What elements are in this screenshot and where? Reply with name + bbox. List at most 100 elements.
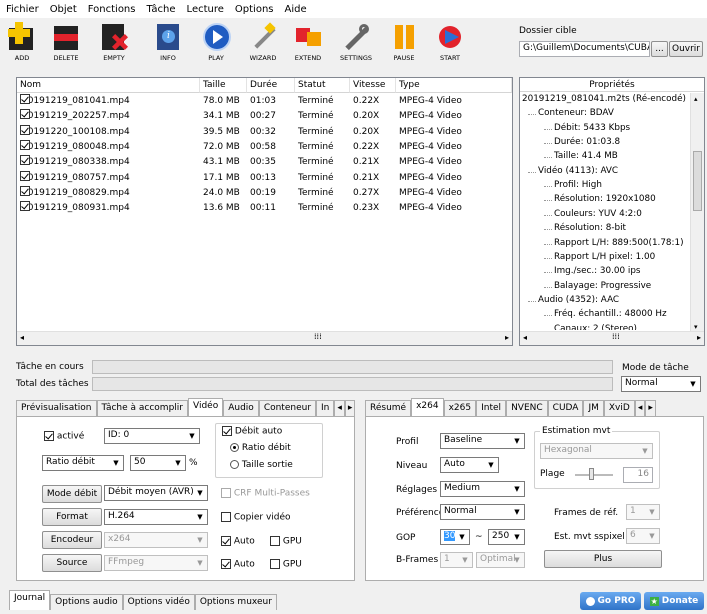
row-checkbox[interactable] xyxy=(20,201,30,212)
tab-nvenc[interactable]: NVENC xyxy=(506,400,548,416)
frames-ref-select[interactable]: 1 ▼ xyxy=(626,504,660,520)
menu-lecture[interactable]: Lecture xyxy=(187,4,224,15)
format-button[interactable]: Format xyxy=(42,508,102,526)
table-row[interactable]: 20191219_081041.mp4 78.0 MB 01:03 Terminé 0.… xyxy=(17,94,497,109)
table-row[interactable]: 20191219_080829.mp4 24.0 MB 00:19 Terminé 0.… xyxy=(17,185,497,201)
col-header-duree[interactable]: Durée xyxy=(247,78,295,93)
open-folder-button[interactable]: Ouvrir xyxy=(669,41,703,57)
tab-intel[interactable]: Intel xyxy=(476,400,507,416)
start-button[interactable]: START xyxy=(432,20,468,64)
properties-vscrollbar[interactable]: ▴ ▾ xyxy=(690,93,704,333)
property-item[interactable]: Balayage: Progressive xyxy=(554,281,651,291)
tab-x264[interactable]: x264 xyxy=(411,398,444,416)
crf-multipass-checkbox[interactable]: CRF Multi-Passes xyxy=(221,488,310,499)
right-tabs-scroll-left[interactable]: ◂ xyxy=(634,400,646,416)
source-button[interactable]: Source xyxy=(42,554,102,572)
settings-button[interactable]: SETTINGS xyxy=(338,20,374,64)
active-checkbox[interactable]: activé xyxy=(44,431,84,442)
info-button[interactable]: i INFO xyxy=(150,20,186,64)
row-checkbox[interactable] xyxy=(20,109,30,120)
go-pro-button[interactable]: Go PRO xyxy=(580,592,641,610)
property-item[interactable]: Résolution: 1920x1080 xyxy=(554,194,656,204)
row-checkbox[interactable] xyxy=(20,185,30,196)
row-checkbox[interactable] xyxy=(20,94,30,104)
tab-xvid[interactable]: XviD xyxy=(603,400,635,416)
property-item[interactable]: Img./sec.: 30.00 ips xyxy=(554,266,641,276)
tab-jm[interactable]: JM xyxy=(583,400,604,416)
extend-button[interactable]: EXTEND xyxy=(290,20,326,64)
taille-sortie-radio[interactable]: Taille sortie xyxy=(230,460,293,470)
mode-debit-button[interactable]: Mode débit xyxy=(42,485,102,503)
tab-cuda[interactable]: CUDA xyxy=(547,400,584,416)
tab-audio[interactable]: Audio xyxy=(223,400,259,416)
col-header-statut[interactable]: Statut xyxy=(295,78,350,93)
ratio-debit-radio[interactable]: Ratio débit xyxy=(230,443,291,453)
add-button[interactable]: ADD xyxy=(4,20,40,64)
tab-resume[interactable]: Résumé xyxy=(365,400,412,416)
tab-options-video[interactable]: Options vidéo xyxy=(122,594,195,610)
tab-previsualisation[interactable]: Prévisualisation xyxy=(16,400,97,416)
property-item[interactable]: Profil: High xyxy=(554,180,602,190)
encoder-gpu-checkbox[interactable]: GPU xyxy=(270,536,302,547)
menu-fonctions[interactable]: Fonctions xyxy=(88,4,136,15)
table-row[interactable]: 20191219_080757.mp4 17.1 MB 00:13 Terminé 0.… xyxy=(17,170,497,186)
file-list[interactable]: Nom Taille Durée Statut Vitesse Type 201… xyxy=(16,77,513,346)
menu-aide[interactable]: Aide xyxy=(285,4,307,15)
col-header-nom[interactable]: Nom xyxy=(17,78,200,93)
col-header-taille[interactable]: Taille xyxy=(200,78,247,93)
delete-button[interactable]: DELETE xyxy=(48,20,84,64)
col-header-type[interactable]: Type xyxy=(396,78,512,93)
debit-auto-checkbox[interactable]: Débit auto xyxy=(222,426,282,437)
property-item[interactable]: Rapport L/H pixel: 1.00 xyxy=(554,252,655,262)
tabs-scroll-right[interactable]: ▸ xyxy=(344,400,356,416)
menu-options[interactable]: Options xyxy=(235,4,274,15)
property-item[interactable]: Conteneur: BDAV xyxy=(538,108,614,118)
encoder-button[interactable]: Encodeur xyxy=(42,531,102,549)
format-select[interactable]: H.264 ▼ xyxy=(104,509,208,525)
property-item[interactable]: Canaux: 2 (Stereo) xyxy=(554,324,637,330)
plage-slider-thumb[interactable] xyxy=(589,468,594,480)
wizard-button[interactable]: WIZARD xyxy=(245,20,281,64)
encoder-select[interactable]: x264 ▼ xyxy=(104,532,208,548)
profil-select[interactable]: Baseline ▼ xyxy=(440,433,525,449)
tab-options-audio[interactable]: Options audio xyxy=(50,594,123,610)
property-item[interactable]: Rapport L/H: 889:500(1.78:1) xyxy=(554,238,684,248)
source-select[interactable]: FFmpeg ▼ xyxy=(104,555,208,571)
tab-options-muxeur[interactable]: Options muxeur xyxy=(194,594,277,610)
plage-value[interactable]: 16 xyxy=(623,467,653,483)
bframes-mode-select[interactable]: Optimal ▼ xyxy=(476,552,525,568)
menu-objet[interactable]: Objet xyxy=(50,4,77,15)
menu-tache[interactable]: Tâche xyxy=(146,4,175,15)
tab-conteneur[interactable]: Conteneur xyxy=(258,400,317,416)
task-mode-select[interactable]: Normal ▼ xyxy=(621,376,701,392)
browse-button[interactable]: ... xyxy=(651,41,668,57)
tab-journal[interactable]: Journal xyxy=(9,590,51,610)
gop-min-select[interactable]: 30 ▼ xyxy=(440,529,470,545)
tab-tache-a-accomplir[interactable]: Tâche à accomplir xyxy=(96,400,188,416)
property-item[interactable]: Audio (4352): AAC xyxy=(538,295,619,305)
pause-button[interactable]: PAUSE xyxy=(386,20,422,64)
property-item[interactable]: Résolution: 8-bit xyxy=(554,223,626,233)
niveau-select[interactable]: Auto ▼ xyxy=(440,457,499,473)
dossier-path-input[interactable]: G:\Guillem\Documents\CUBA xyxy=(519,41,650,57)
property-item[interactable]: Couleurs: YUV 4:2:0 xyxy=(554,209,642,219)
video-id-select[interactable]: ID: 0 ▼ xyxy=(104,428,200,444)
property-item[interactable]: Durée: 01:03.8 xyxy=(554,137,620,147)
preference-select[interactable]: Normal ▼ xyxy=(440,504,525,520)
tab-video[interactable]: Vidéo xyxy=(188,398,224,416)
property-root[interactable]: 20191219_081041.m2ts (Ré-encodé) xyxy=(522,94,686,104)
donate-button[interactable]: ★ Donate xyxy=(644,592,704,610)
row-checkbox[interactable] xyxy=(20,139,30,150)
gop-max-select[interactable]: 250 ▼ xyxy=(488,529,525,545)
tab-x265[interactable]: x265 xyxy=(443,400,477,416)
row-checkbox[interactable] xyxy=(20,170,30,181)
encoder-auto-checkbox[interactable]: Auto xyxy=(221,536,255,547)
source-auto-checkbox[interactable]: Auto xyxy=(221,559,255,570)
empty-button[interactable]: EMPTY xyxy=(96,20,132,64)
bframes-select[interactable]: 1 ▼ xyxy=(440,552,473,568)
table-row[interactable]: 20191220_100108.mp4 39.5 MB 00:32 Terminé 0.… xyxy=(17,124,497,140)
property-item[interactable]: Vidéo (4113): AVC xyxy=(538,166,618,176)
property-item[interactable]: Fréq. échantill.: 48000 Hz xyxy=(554,309,667,319)
source-gpu-checkbox[interactable]: GPU xyxy=(270,559,302,570)
ratio-mode-select[interactable]: Ratio débit ▼ xyxy=(42,455,124,471)
